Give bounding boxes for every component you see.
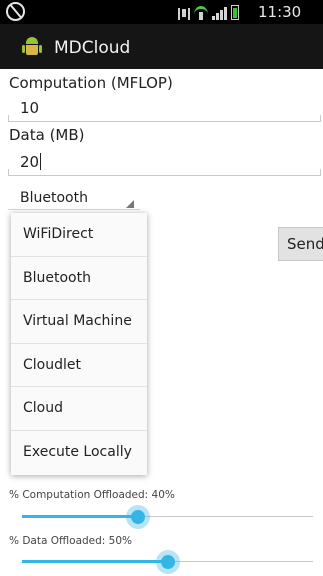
dropdown-item-label: Virtual Machine <box>23 313 132 330</box>
battery-icon <box>231 5 239 20</box>
dropdown-item-wifidirect[interactable]: WiFiDirect <box>11 213 147 257</box>
dropdown-item-cloud[interactable]: Cloud <box>11 387 147 431</box>
data-input[interactable]: 20 <box>8 148 321 178</box>
action-bar: MDCloud <box>0 24 323 69</box>
computation-value: 10 <box>20 99 40 117</box>
dropdown-item-label: Cloud <box>23 400 63 417</box>
dropdown-item-virtual-machine[interactable]: Virtual Machine <box>11 300 147 344</box>
spinner-triangle-icon <box>126 200 134 208</box>
dropdown-item-label: WiFiDirect <box>23 226 94 242</box>
data-offloaded-label: % Data Offloaded: 50% <box>9 535 133 547</box>
computation-input[interactable]: 10 <box>8 94 321 124</box>
dropdown-item-bluetooth[interactable]: Bluetooth <box>11 257 147 301</box>
text-cursor <box>40 153 42 170</box>
dropdown-item-label: Execute Locally <box>23 443 132 460</box>
vibrate-icon <box>178 8 190 20</box>
network-dropdown: WiFiDirect Bluetooth Virtual Machine Clo… <box>11 213 147 475</box>
signal-icon <box>212 6 227 20</box>
dropdown-item-execute-locally[interactable]: Execute Locally <box>11 431 147 475</box>
computation-slider-thumb[interactable] <box>126 505 151 529</box>
dropdown-item-label: Bluetooth <box>23 269 91 286</box>
data-label: Data (MB) <box>9 126 85 144</box>
computation-offloaded-label: % Computation Offloaded: 40% <box>9 489 175 501</box>
computation-offload-slider[interactable] <box>8 502 321 532</box>
blocked-icon <box>6 2 25 21</box>
dropdown-item-label: Cloudlet <box>23 356 81 373</box>
data-offload-slider[interactable] <box>8 547 321 576</box>
data-slider-thumb[interactable] <box>155 550 180 574</box>
status-bar: 11:30 AM <box>0 0 323 39</box>
status-icons <box>178 4 239 20</box>
network-spinner[interactable]: Bluetooth <box>8 183 140 213</box>
data-value: 20 <box>20 153 40 171</box>
computation-label: Computation (MFLOP) <box>9 74 173 92</box>
spinner-selected-value: Bluetooth <box>20 190 88 206</box>
android-icon <box>22 37 42 57</box>
dropdown-item-cloudlet[interactable]: Cloudlet <box>11 344 147 388</box>
app-title: MDCloud <box>54 38 131 58</box>
send-button[interactable]: Send <box>278 227 323 261</box>
wifi-icon <box>194 6 208 20</box>
